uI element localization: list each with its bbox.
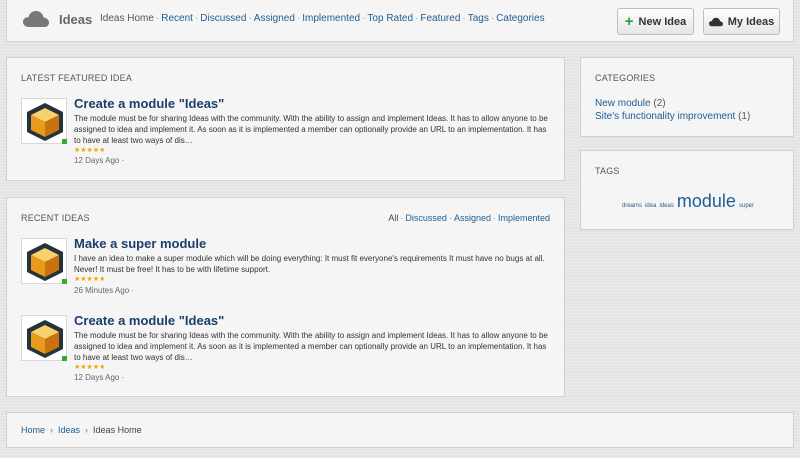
filter-all[interactable]: All xyxy=(388,213,398,223)
category-list: New module (2) Site's functionality impr… xyxy=(595,97,750,123)
rating-stars[interactable]: ★★★★★ xyxy=(74,364,105,372)
cloud-icon xyxy=(708,17,723,26)
category-count: (2) xyxy=(653,98,666,109)
idea-thumbnail[interactable] xyxy=(21,98,67,144)
my-ideas-button[interactable]: My Ideas xyxy=(703,8,780,35)
category-count: (1) xyxy=(738,111,751,122)
panel-title: CATEGORIES xyxy=(595,73,656,83)
idea-title-link[interactable]: Create a module "Ideas" xyxy=(74,96,224,111)
categories-panel: CATEGORIES New module (2) Site's functio… xyxy=(580,57,794,137)
idea-description: The module must be for sharing Ideas wit… xyxy=(74,114,548,145)
nav-recent[interactable]: Recent xyxy=(161,13,193,24)
nav-tags[interactable]: Tags xyxy=(468,13,489,24)
breadcrumb-bar: Home › Ideas › Ideas Home xyxy=(6,412,794,448)
nav-ideas-home[interactable]: Ideas Home xyxy=(100,13,154,24)
filter-implemented[interactable]: Implemented xyxy=(498,213,550,223)
tag-ideas[interactable]: ideas xyxy=(659,203,673,209)
category-item: Site's functionality improvement (1) xyxy=(595,110,750,123)
recent-ideas-panel: RECENT IDEAS All · Discussed · Assigned · Impl… xyxy=(6,197,565,397)
idea-title-link[interactable]: Create a module "Ideas" xyxy=(74,313,224,328)
cube-icon xyxy=(27,103,63,141)
online-status-indicator xyxy=(62,356,67,361)
rating-stars[interactable]: ★★★★★ xyxy=(74,147,105,155)
online-status-indicator xyxy=(62,139,67,144)
tag-super[interactable]: super xyxy=(739,203,754,209)
idea-description: I have an idea to make a super module wh… xyxy=(74,254,545,274)
featured-idea: Create a module "Ideas" The module must … xyxy=(21,96,551,168)
tag-module[interactable]: module xyxy=(677,191,736,211)
rating-stars[interactable]: ★★★★★ xyxy=(74,276,105,284)
panel-title: RECENT IDEAS xyxy=(21,213,90,223)
nav-categories[interactable]: Categories xyxy=(496,13,544,24)
idea-time: 12 Days Ago · xyxy=(74,373,125,382)
featured-panel: LATEST FEATURED IDEA Create a module "Id… xyxy=(6,57,565,181)
cube-icon xyxy=(27,243,63,281)
my-ideas-label: My Ideas xyxy=(727,15,775,28)
nav-assigned[interactable]: Assigned xyxy=(254,13,295,24)
nav-implemented[interactable]: Implemented xyxy=(302,13,360,24)
breadcrumb-ideas[interactable]: Ideas xyxy=(58,425,80,435)
tag-dreams[interactable]: dreams xyxy=(622,203,642,209)
tag-idea[interactable]: idea xyxy=(645,203,656,209)
breadcrumb-current: Ideas Home xyxy=(93,425,142,435)
filter-assigned[interactable]: Assigned xyxy=(454,213,491,223)
idea-thumbnail[interactable] xyxy=(21,315,67,361)
idea-time: 26 Minutes Ago · xyxy=(74,286,135,295)
idea-thumbnail[interactable] xyxy=(21,238,67,284)
panel-title: TAGS xyxy=(595,166,620,176)
idea-time: 12 Days Ago · xyxy=(74,156,125,165)
idea-description: The module must be for sharing Ideas wit… xyxy=(74,331,548,362)
cube-icon xyxy=(27,320,63,358)
idea-list-item: Create a module "Ideas" The module must … xyxy=(21,313,551,385)
panel-title: LATEST FEATURED IDEA xyxy=(21,73,133,83)
cloud-icon xyxy=(23,11,49,27)
new-idea-button[interactable]: + New Idea xyxy=(617,8,694,35)
idea-title-link[interactable]: Make a super module xyxy=(74,236,206,251)
main-nav: Ideas Home · Recent · Discussed · Assigned · Imp… xyxy=(100,13,545,24)
nav-top-rated[interactable]: Top Rated xyxy=(367,13,413,24)
nav-featured[interactable]: Featured xyxy=(420,13,460,24)
new-idea-label: New Idea xyxy=(638,15,687,28)
category-item: New module (2) xyxy=(595,97,750,110)
category-link[interactable]: New module xyxy=(595,98,651,109)
app-title: Ideas xyxy=(59,12,93,27)
plus-icon: + xyxy=(624,13,634,30)
online-status-indicator xyxy=(62,279,67,284)
nav-discussed[interactable]: Discussed xyxy=(200,13,246,24)
top-bar: Ideas Ideas Home · Recent · Discussed · Assign… xyxy=(6,0,794,42)
category-link[interactable]: Site's functionality improvement xyxy=(595,111,735,122)
filter-discussed[interactable]: Discussed xyxy=(405,213,447,223)
tags-panel: TAGS dreams idea ideas module super xyxy=(580,150,794,230)
idea-list-item: Make a super module I have an idea to ma… xyxy=(21,236,551,308)
recent-filters: All · Discussed · Assigned · Implemented xyxy=(388,213,550,223)
breadcrumb: Home › Ideas › Ideas Home xyxy=(21,425,142,435)
breadcrumb-home[interactable]: Home xyxy=(21,425,45,435)
tag-cloud: dreams idea ideas module super xyxy=(581,191,795,212)
